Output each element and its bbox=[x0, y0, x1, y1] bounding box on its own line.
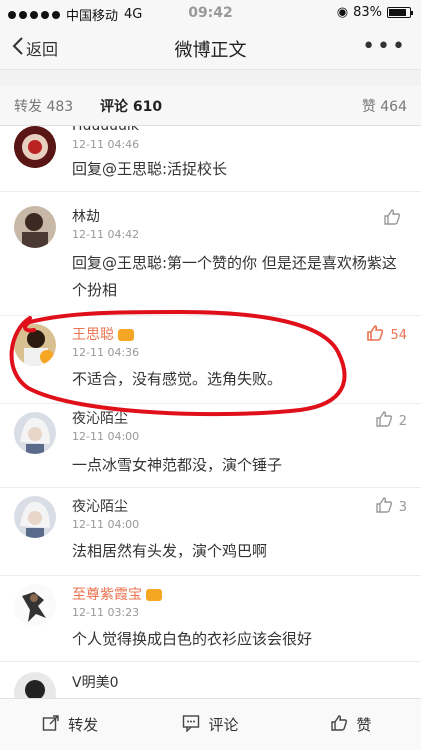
comment-text: 个人觉得换成白色的衣衫应该会很好 bbox=[72, 630, 313, 648]
orientation-lock-icon: ◉ bbox=[336, 5, 349, 20]
comment-item[interactable]: 夜沁陌尘 12-11 04:00 法相居然有头发，演个鸡巴啊 3 bbox=[0, 488, 421, 576]
comment-text: 不适合，没有感觉。选角失败。 bbox=[72, 370, 283, 388]
comment-author[interactable]: 夜沁陌尘 bbox=[72, 408, 128, 428]
tab-repost[interactable]: 转发 483 bbox=[14, 96, 73, 116]
share-icon bbox=[42, 714, 60, 736]
comment-text: 一点冰雪女神范都没，演个锤子 bbox=[72, 456, 283, 474]
repost-button[interactable]: 转发 bbox=[0, 699, 140, 750]
comment-time: 12-11 04:36 bbox=[72, 346, 140, 359]
avatar[interactable] bbox=[14, 126, 56, 168]
comment-author[interactable]: 林劫 bbox=[72, 206, 100, 226]
comment-item[interactable]: 王思聪 12-11 04:36 不适合，没有感觉。选角失败。 54 bbox=[0, 316, 421, 404]
like-count: 2 bbox=[398, 413, 407, 429]
tab-likes[interactable]: 赞 464 bbox=[362, 96, 407, 116]
comment-item[interactable]: 夜沁陌尘 12-11 04:00 一点冰雪女神范都没，演个锤子 2 bbox=[0, 404, 421, 488]
comment-item[interactable]: Huuuuuik 12-11 04:46 回复@王思聪:活捉校长 bbox=[0, 126, 421, 192]
author-name: 至尊紫霞宝 bbox=[72, 587, 142, 603]
avatar[interactable] bbox=[14, 412, 56, 454]
avatar[interactable] bbox=[14, 206, 56, 248]
repost-label: 转发 bbox=[68, 716, 99, 734]
comment-time: 12-11 03:23 bbox=[72, 606, 140, 619]
like-count: 54 bbox=[390, 327, 407, 343]
comment-label: 评论 bbox=[208, 716, 239, 734]
avatar[interactable] bbox=[14, 672, 56, 698]
thumbs-up-icon bbox=[375, 410, 393, 432]
comment-item[interactable]: 至尊紫霞宝 12-11 03:23 个人觉得换成白色的衣衫应该会很好 bbox=[0, 576, 421, 662]
like-post-button[interactable]: 赞 bbox=[281, 699, 421, 750]
bottom-action-bar: 转发 评论 赞 bbox=[0, 698, 421, 750]
comment-icon bbox=[182, 714, 200, 736]
status-bar: 中国移动 4G 09:42 ◉ 83% bbox=[0, 0, 421, 26]
vip-badge-icon bbox=[146, 589, 162, 601]
tab-comments[interactable]: 评论 610 bbox=[100, 96, 163, 128]
thumbs-up-icon bbox=[375, 496, 393, 518]
thumbs-up-icon bbox=[383, 208, 401, 230]
comment-author[interactable]: 王思聪 bbox=[72, 324, 134, 344]
battery-icon bbox=[387, 7, 413, 18]
thumbs-up-icon bbox=[330, 714, 348, 736]
comment-text: 法相居然有头发，演个鸡巴啊 bbox=[72, 542, 268, 560]
battery-percent: 83% bbox=[353, 5, 382, 20]
like-label: 赞 bbox=[356, 716, 372, 734]
comment-author[interactable]: V明美0 bbox=[72, 672, 118, 692]
like-button[interactable]: 3 bbox=[375, 496, 407, 518]
comment-text: 回复@王思聪:第一个赞的你 但是还是喜欢杨紫这个扮相 bbox=[72, 254, 397, 299]
status-right: ◉ 83% bbox=[336, 5, 413, 20]
comment-list[interactable]: Huuuuuik 12-11 04:46 回复@王思聪:活捉校长 林劫 12-1… bbox=[0, 126, 421, 698]
like-count: 3 bbox=[398, 499, 407, 515]
more-button[interactable]: ••• bbox=[362, 34, 407, 59]
nav-bar: 返回 微博正文 ••• bbox=[0, 26, 421, 70]
comment-item[interactable]: 林劫 12-11 04:42 回复@王思聪:第一个赞的你 但是还是喜欢杨紫这个扮… bbox=[0, 192, 421, 316]
thumbs-up-icon bbox=[366, 324, 384, 346]
like-button[interactable]: 54 bbox=[366, 324, 407, 346]
comment-item[interactable]: V明美0 bbox=[0, 662, 421, 698]
comment-author[interactable]: 至尊紫霞宝 bbox=[72, 584, 162, 604]
comment-time: 12-11 04:00 bbox=[72, 518, 140, 531]
vip-badge-icon bbox=[118, 329, 134, 341]
comment-author[interactable]: Huuuuuik bbox=[72, 126, 139, 134]
like-button[interactable]: 2 bbox=[375, 410, 407, 432]
comment-time: 12-11 04:00 bbox=[72, 430, 140, 443]
like-button[interactable] bbox=[383, 208, 407, 230]
comment-text: 回复@王思聪:活捉校长 bbox=[72, 160, 228, 178]
comment-button[interactable]: 评论 bbox=[140, 699, 280, 750]
comment-time: 12-11 04:46 bbox=[72, 138, 140, 151]
avatar[interactable] bbox=[14, 496, 56, 538]
comment-author[interactable]: 夜沁陌尘 bbox=[72, 496, 128, 516]
author-name: 王思聪 bbox=[72, 327, 114, 343]
avatar[interactable] bbox=[14, 324, 56, 366]
page-title: 微博正文 bbox=[174, 40, 247, 61]
comment-time: 12-11 04:42 bbox=[72, 228, 140, 241]
tab-bar: 转发 483 评论 610 赞 464 bbox=[0, 86, 421, 128]
avatar[interactable] bbox=[14, 584, 56, 626]
